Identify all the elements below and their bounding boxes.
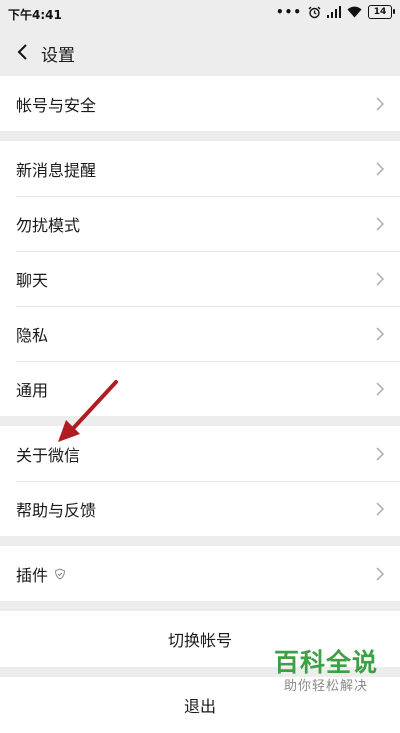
settings-item-label: 通用 [16,380,49,400]
settings-item-label: 聊天 [16,270,49,290]
chevron-right-icon [376,382,385,396]
settings-item-label: 关于微信 [16,445,81,465]
settings-item-help-feedback[interactable]: 帮助与反馈 [0,481,400,536]
chevron-right-icon [376,97,385,111]
settings-item-label: 帐号与安全 [16,95,97,115]
chevron-right-icon [376,162,385,176]
settings-group-general: 新消息提醒 勿扰模式 聊天 隐私 通用 [0,141,400,416]
page-title: 设置 [41,46,75,66]
more-dots-icon: ••• [275,5,302,19]
section-divider [0,601,400,611]
switch-account-label: 切换帐号 [167,631,232,650]
alarm-icon [308,6,321,18]
chevron-right-icon [376,502,385,516]
chevron-right-icon [376,272,385,286]
status-icons: ••• 14 [275,5,395,19]
settings-item-account-security[interactable]: 帐号与安全 [0,76,400,131]
section-divider [0,131,400,141]
settings-item-label: 帮助与反馈 [16,500,97,520]
section-divider [0,536,400,546]
settings-item-label: 隐私 [16,325,49,345]
settings-item-label: 新消息提醒 [16,160,97,180]
settings-item-about-wechat[interactable]: 关于微信 [0,426,400,481]
watermark: 百科全说 助你轻松解决 [274,648,378,696]
watermark-tagline: 助你轻松解决 [284,679,369,694]
wifi-icon [347,6,362,18]
signal-icon [327,6,341,18]
back-arrow-icon[interactable] [12,40,36,64]
chevron-right-icon [376,217,385,231]
settings-item-label: 插件 [16,565,49,585]
chevron-right-icon [376,327,385,341]
settings-group-about: 关于微信 帮助与反馈 [0,426,400,536]
watermark-brand: 百科全说 [274,648,379,677]
section-divider [0,416,400,426]
settings-item-plugins[interactable]: 插件 [0,546,400,601]
settings-item-label: 勿扰模式 [16,215,81,235]
battery-icon: 14 [368,5,395,19]
logout-label: 退出 [183,697,216,716]
settings-item-general[interactable]: 通用 [0,361,400,416]
status-time: 下午4:41 [8,8,62,22]
settings-item-privacy[interactable]: 隐私 [0,306,400,361]
settings-group-account: 帐号与安全 [0,76,400,131]
settings-item-chat[interactable]: 聊天 [0,251,400,306]
settings-item-do-not-disturb[interactable]: 勿扰模式 [0,196,400,251]
chevron-right-icon [376,447,385,461]
chevron-right-icon [376,567,385,581]
shield-icon [55,567,66,580]
nav-bar: 设置 [0,28,400,76]
settings-group-plugins: 插件 [0,546,400,601]
settings-item-new-message-notifications[interactable]: 新消息提醒 [0,141,400,196]
status-bar: 下午4:41 ••• 14 [0,0,400,28]
